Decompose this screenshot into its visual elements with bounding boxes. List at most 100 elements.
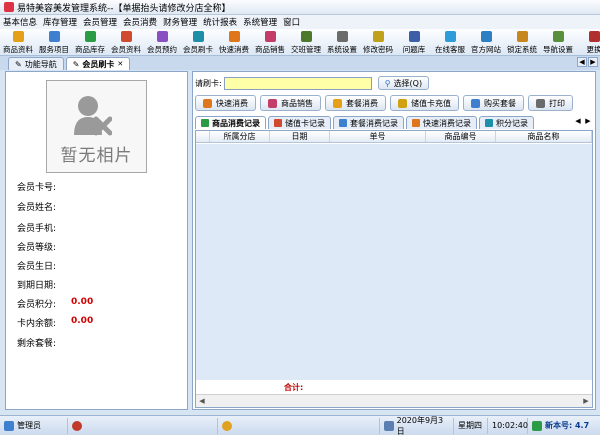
- action-button[interactable]: 储值卡充值: [390, 95, 459, 111]
- toolbar-button[interactable]: 商品库存: [72, 29, 108, 55]
- close-icon[interactable]: ✕: [117, 60, 123, 68]
- scroll-left-icon[interactable]: ◀: [573, 116, 583, 126]
- action-button[interactable]: 商品销售: [260, 95, 321, 111]
- toolbar-button[interactable]: 快速消费: [216, 29, 252, 55]
- toolbar-label: 商品销售: [255, 45, 285, 54]
- action-label: 商品销售: [281, 98, 313, 108]
- member-field-row: 会员积分: 0.00: [17, 297, 93, 310]
- tab-member-card[interactable]: ✎ 会员刷卡 ✕: [65, 57, 131, 70]
- record-tab-strip: 商品消费记录 储值卡记录 套餐消费记录 快速消费记录 积分记录 ◀ ▶: [195, 115, 593, 129]
- menu-item[interactable]: 系统管理: [240, 16, 280, 28]
- shift-icon: [300, 31, 312, 42]
- choose-button[interactable]: ⚲ 选择(Q): [377, 76, 430, 90]
- lock-icon: [516, 31, 528, 42]
- column-header[interactable]: 单号: [330, 131, 426, 142]
- scroll-right-icon[interactable]: ▶: [588, 57, 598, 67]
- action-label: 打印: [549, 98, 565, 108]
- member-field-label: 会员生日:: [17, 262, 57, 272]
- record-tab[interactable]: 快速消费记录: [406, 116, 477, 129]
- record-tab-label: 快速消费记录: [423, 118, 471, 128]
- member-field-label: 卡内余额:: [17, 319, 57, 329]
- member-icon: [120, 31, 132, 42]
- scroll-track[interactable]: [208, 397, 580, 406]
- column-header[interactable]: 商品名称: [496, 131, 592, 142]
- pin-icon: ✎: [15, 59, 22, 69]
- menu-item[interactable]: 统计报表: [200, 16, 240, 28]
- toolbar-button[interactable]: 会员刷卡: [180, 29, 216, 55]
- member-field-row: 会员姓名:: [17, 200, 71, 213]
- record-tab-icon: [339, 119, 347, 127]
- toolbar-label: 交班管理: [291, 45, 321, 54]
- record-tab-arrows: ◀ ▶: [573, 116, 593, 126]
- action-button[interactable]: 套餐消费: [325, 95, 386, 111]
- menu-item[interactable]: 窗口: [280, 16, 303, 28]
- member-field-label: 会员姓名:: [17, 203, 57, 213]
- action-button[interactable]: 打印: [528, 95, 573, 111]
- record-tab[interactable]: 套餐消费记录: [333, 116, 404, 129]
- app-icon: [4, 2, 14, 12]
- horizontal-scrollbar[interactable]: ◀ ▶: [196, 394, 592, 407]
- menu-item[interactable]: 基本信息: [0, 16, 40, 28]
- action-label: 储值卡充值: [411, 98, 451, 108]
- record-tab[interactable]: 储值卡记录: [268, 116, 331, 129]
- user-silhouette-icon: [74, 96, 112, 136]
- record-tab[interactable]: 积分记录: [479, 116, 534, 129]
- record-tab[interactable]: 商品消费记录: [195, 116, 266, 129]
- scroll-right-icon[interactable]: ▶: [583, 116, 593, 126]
- action-button[interactable]: 购买套餐: [463, 95, 524, 111]
- member-field-row: 会员卡号:: [17, 180, 71, 193]
- toolbar-button[interactable]: 系统设置: [324, 29, 360, 55]
- toolbar-button[interactable]: 会员资料: [108, 29, 144, 55]
- action-button[interactable]: 快速消费: [195, 95, 256, 111]
- menu-item[interactable]: 会员消费: [120, 16, 160, 28]
- weekday-text: 星期四: [458, 421, 482, 430]
- action-label: 购买套餐: [484, 98, 516, 108]
- toolbar-button[interactable]: 交班管理: [288, 29, 324, 55]
- scroll-right-icon[interactable]: ▶: [580, 395, 592, 407]
- menu-item[interactable]: 会员管理: [80, 16, 120, 28]
- tab-function-nav[interactable]: ✎ 功能导航: [8, 57, 64, 70]
- toolbar-label: 快速消费: [219, 45, 249, 54]
- card-input[interactable]: [223, 76, 372, 90]
- toolbar-label: 更换: [586, 45, 600, 54]
- toolbar-label: 商品库存: [75, 45, 105, 54]
- chat-icon: [444, 31, 456, 42]
- toolbar-button[interactable]: 导航设置: [540, 29, 576, 55]
- scroll-left-icon[interactable]: ◀: [577, 57, 587, 67]
- status-date: 2020年9月3日: [380, 416, 454, 435]
- toolbar-button[interactable]: 修改密码: [360, 29, 396, 55]
- toolbar-button[interactable]: 在线客服: [432, 29, 468, 55]
- update-icon: [532, 420, 542, 431]
- grid-header: 所属分店 日期 单号 商品编号 商品名称: [196, 131, 592, 143]
- record-tab-icon: [485, 119, 493, 127]
- member-field-row: 会员生日:: [17, 259, 71, 272]
- column-header[interactable]: 商品编号: [426, 131, 496, 142]
- toolbar-label: 系统设置: [327, 45, 357, 54]
- tab-label: 功能导航: [24, 59, 57, 69]
- member-field-row: 剩余套餐:: [17, 336, 71, 349]
- scroll-left-icon[interactable]: ◀: [196, 395, 208, 407]
- column-header[interactable]: 所属分店: [210, 131, 270, 142]
- card-search-row: 请刷卡: ⚲ 选择(Q): [195, 76, 430, 90]
- member-info-panel: 暂无相片 会员卡号: 会员姓名: 会员手机: 会员等级: 会员生日: 到期日期: 会员积分:…: [5, 71, 188, 410]
- status-version: 新本号: 4.7: [528, 418, 596, 434]
- computer-icon: [384, 420, 394, 431]
- menu-item[interactable]: 财务管理: [160, 16, 200, 28]
- toolbar-button[interactable]: 官方网站: [468, 29, 504, 55]
- menu-item[interactable]: 库存管理: [40, 16, 80, 28]
- toolbar-button[interactable]: 锁定系统: [504, 29, 540, 55]
- toolbar-button[interactable]: 商品销售: [252, 29, 288, 55]
- member-field-label: 会员等级:: [17, 243, 57, 253]
- toolbar-label: 在线客服: [435, 45, 465, 54]
- toolbar-button[interactable]: 更换: [576, 29, 600, 55]
- action-icon: [203, 98, 212, 108]
- toolbar-button[interactable]: 商品资料: [0, 29, 36, 55]
- member-field-label: 会员积分:: [17, 300, 57, 310]
- total-label: 合计:: [284, 382, 304, 392]
- column-header[interactable]: 日期: [270, 131, 330, 142]
- toolbar-label: 问题库: [402, 45, 426, 54]
- toolbar-button[interactable]: 会员预约: [144, 29, 180, 55]
- toolbar-button[interactable]: 问题库: [396, 29, 432, 55]
- grid-body[interactable]: [196, 144, 592, 380]
- toolbar-button[interactable]: 服务项目: [36, 29, 72, 55]
